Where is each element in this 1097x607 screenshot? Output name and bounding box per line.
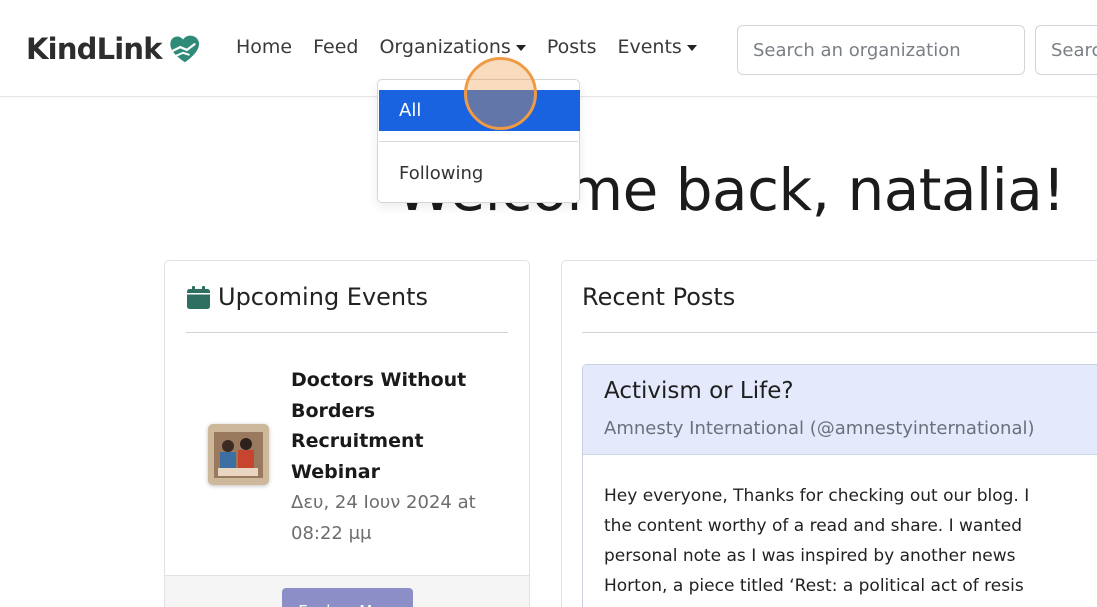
divider <box>186 332 508 333</box>
dropdown-divider <box>379 141 578 142</box>
card-title: Upcoming Events <box>186 283 428 311</box>
nav-home[interactable]: Home <box>236 36 292 58</box>
nav-organizations-label: Organizations <box>379 36 511 58</box>
post-header: Activism or Life? Amnesty International … <box>583 365 1097 455</box>
calendar-icon <box>187 285 210 309</box>
brand-name: KindLink <box>26 32 163 66</box>
post-body: Hey everyone, Thanks for checking out ou… <box>604 481 1097 601</box>
post-body-line: personal note as I was inspired by anoth… <box>604 546 1016 566</box>
event-date: Δευ, 24 Ιουν 2024 at 08:22 μμ <box>291 492 476 544</box>
upcoming-events-card: Upcoming Events Doctors Without Borders … <box>164 260 530 607</box>
caret-down-icon <box>515 45 526 51</box>
post-item[interactable]: Activism or Life? Amnesty International … <box>582 364 1097 607</box>
heart-hands-logo-icon <box>170 35 199 63</box>
post-title[interactable]: Activism or Life? <box>604 378 794 404</box>
nav-events-label: Events <box>617 36 682 58</box>
post-body-line: Hey everyone, Thanks for checking out ou… <box>604 486 1030 506</box>
recent-posts-card: Recent Posts Activism or Life? Amnesty I… <box>561 260 1097 607</box>
click-indicator <box>464 57 537 130</box>
search-organization-input[interactable] <box>737 25 1025 75</box>
event-title[interactable]: Doctors Without Borders Recruitment Webi… <box>291 365 501 487</box>
explore-more-button[interactable]: Explore More <box>282 588 413 607</box>
divider <box>582 332 1097 333</box>
nav-events-dropdown[interactable]: Events <box>617 36 697 58</box>
post-body-line: the content worthy of a read and share. … <box>604 516 1023 536</box>
event-thumbnail-image[interactable] <box>208 424 269 485</box>
dropdown-item-following[interactable]: Following <box>379 152 580 194</box>
caret-down-icon <box>686 45 697 51</box>
post-body-line: Horton, a piece titled ‘Rest: a politica… <box>604 576 1024 596</box>
posts-card-title: Recent Posts <box>582 283 736 311</box>
nav-posts[interactable]: Posts <box>547 36 597 58</box>
nav-links: Home Feed Organizations Posts Events <box>236 36 718 58</box>
card-footer: Explore More <box>165 575 529 607</box>
post-author[interactable]: Amnesty International (@amnestyinternati… <box>604 418 1035 439</box>
nav-organizations-dropdown[interactable]: Organizations <box>379 36 526 58</box>
search-posts-input[interactable] <box>1035 25 1097 75</box>
events-card-title: Upcoming Events <box>218 283 429 311</box>
nav-feed[interactable]: Feed <box>313 36 358 58</box>
brand-logo-link[interactable]: KindLink <box>26 30 204 68</box>
event-photo-icon <box>208 424 269 485</box>
